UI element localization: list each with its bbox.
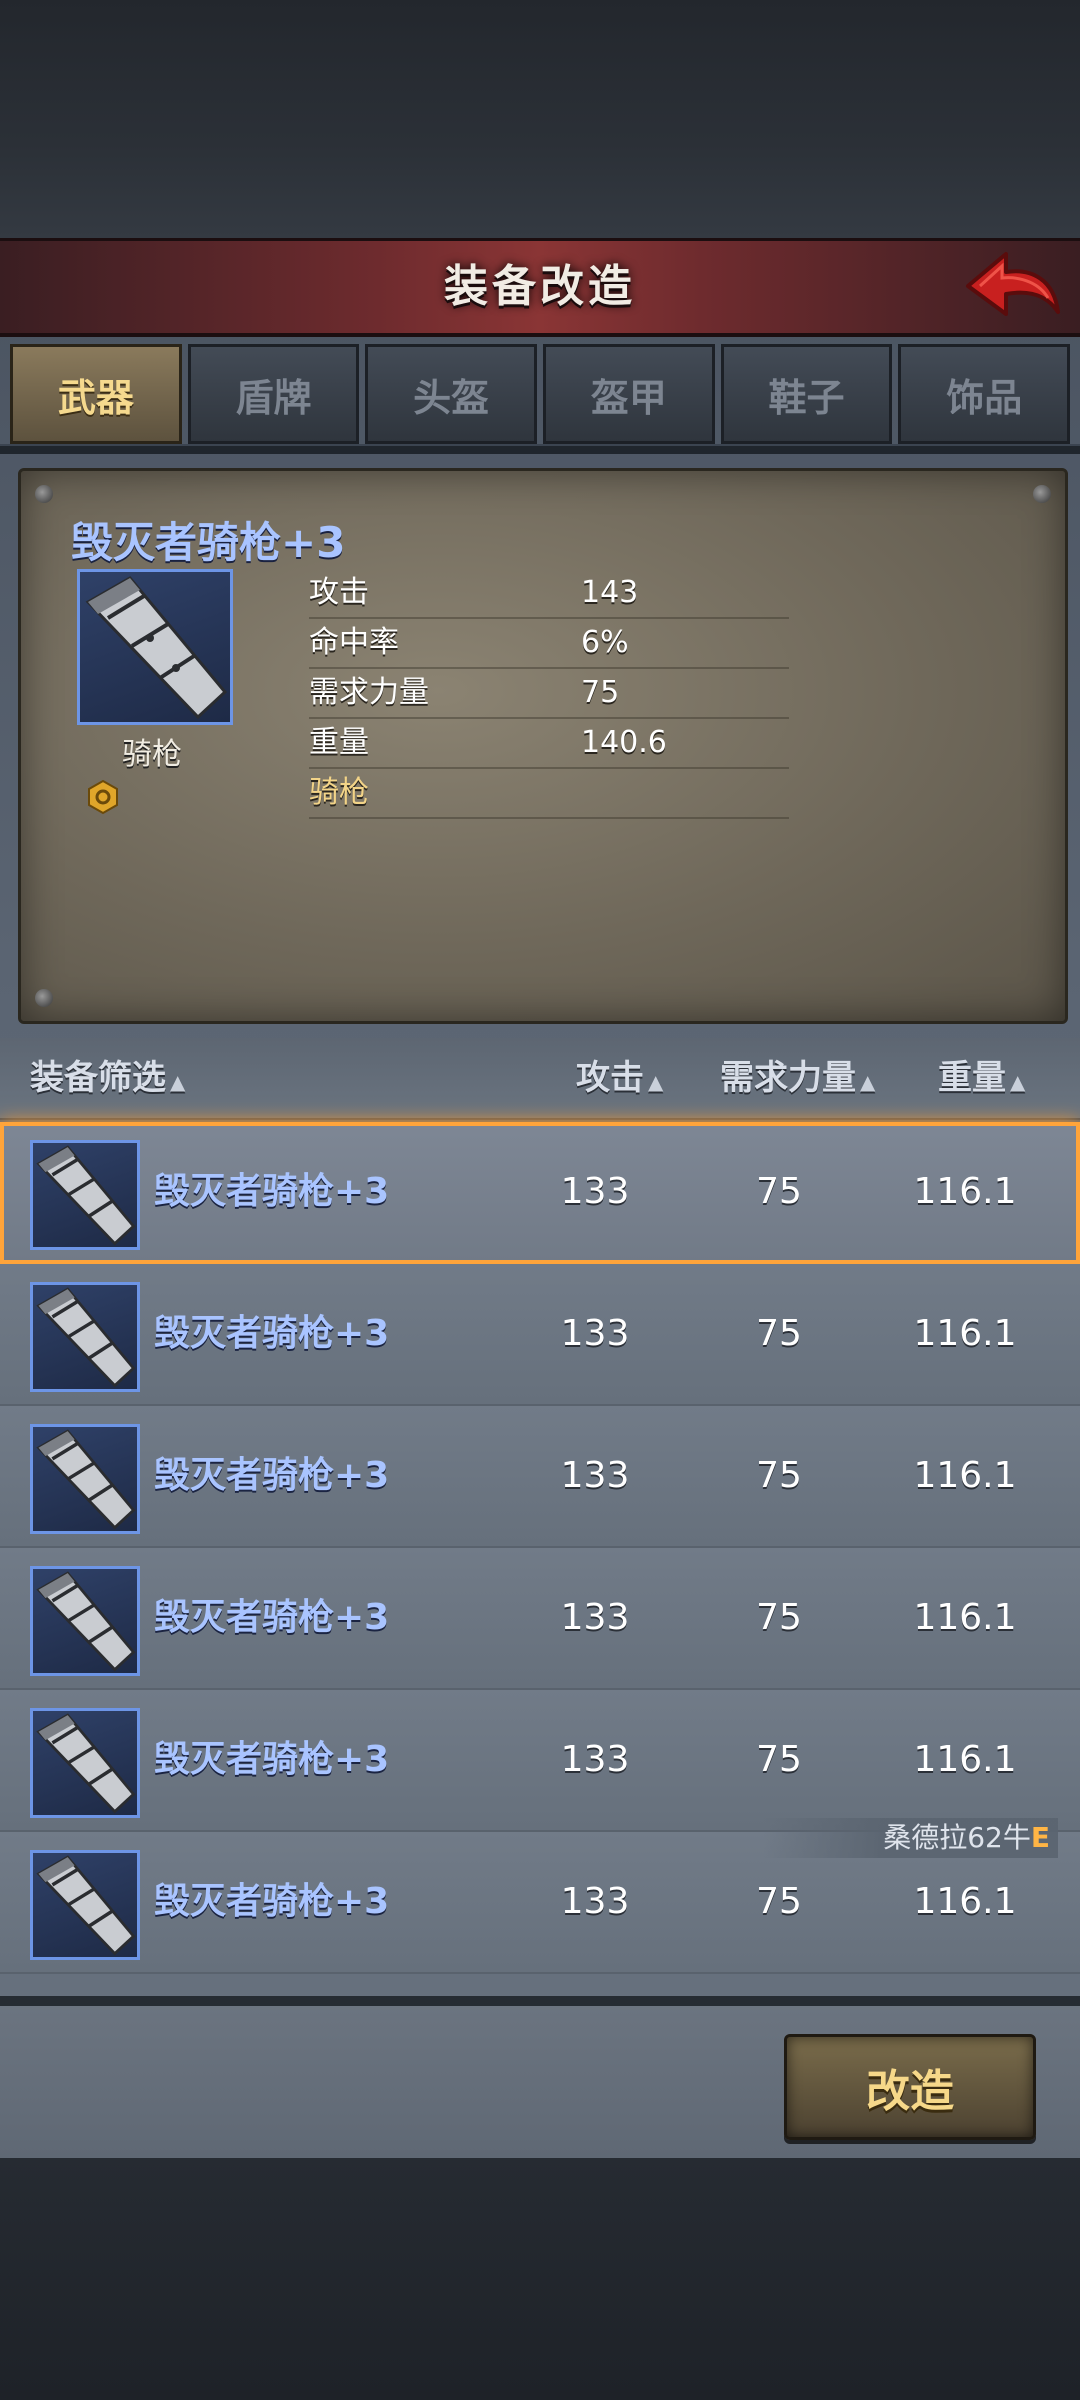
row-attack: 133 <box>560 1455 630 1496</box>
row-weight: 116.1 <box>913 1739 1017 1780</box>
rivet-icon <box>1033 485 1051 503</box>
sort-triangle-icon: ▲ <box>860 1070 876 1094</box>
tab-shield[interactable]: 盾牌 <box>187 344 360 444</box>
stat-value: 140.6 <box>581 725 667 760</box>
tabs-divider <box>0 444 1080 454</box>
row-attack: 133 <box>560 1881 630 1922</box>
lance-icon <box>77 569 233 725</box>
item-name: 毁灭者骑枪+3 <box>71 518 346 567</box>
row-weight: 116.1 <box>913 1171 1017 1212</box>
bottom-background <box>0 2158 1080 2400</box>
stat-row-weight: 重量 140.6 <box>309 719 789 769</box>
row-item-name: 毁灭者骑枪+3 <box>154 1739 390 1780</box>
equipment-row[interactable]: 毁灭者骑枪+3 133 75 116.1 <box>0 1264 1080 1406</box>
red-back-arrow-icon <box>966 252 1060 316</box>
page-title: 装备改造 <box>444 261 636 312</box>
lance-icon <box>30 1708 140 1818</box>
equipment-row[interactable]: 毁灭者骑枪+3 133 75 116.1 <box>0 1406 1080 1548</box>
row-attack: 133 <box>560 1597 630 1638</box>
tab-shoes[interactable]: 鞋子 <box>720 344 893 444</box>
row-attack: 133 <box>560 1739 630 1780</box>
equipment-row[interactable]: 毁灭者骑枪+3 133 75 116.1 桑德拉62牛E <box>0 1818 1080 1974</box>
stat-value: 6% <box>581 625 629 660</box>
sort-triangle-icon: ▲ <box>170 1070 186 1094</box>
hexagon-gear-icon <box>88 779 118 815</box>
tab-weapon[interactable]: 武器 <box>10 344 182 444</box>
rivet-icon <box>35 485 53 503</box>
item-type-label: 骑枪 <box>122 737 182 772</box>
row-attack: 133 <box>560 1171 630 1212</box>
tab-armor[interactable]: 盔甲 <box>543 344 715 444</box>
row-strength: 75 <box>756 1171 802 1212</box>
trait-label: 骑枪 <box>309 775 369 810</box>
row-item-name: 毁灭者骑枪+3 <box>154 1313 390 1354</box>
row-item-name: 毁灭者骑枪+3 <box>154 1881 390 1922</box>
sort-triangle-icon: ▲ <box>1010 1070 1026 1094</box>
strength-sort-button[interactable]: 需求力量 ▲ <box>720 1038 875 1122</box>
row-strength: 75 <box>756 1313 802 1354</box>
lance-icon <box>30 1850 140 1960</box>
tab-helmet[interactable]: 头盔 <box>365 344 538 444</box>
filter-sort-button[interactable]: 装备筛选 ▲ <box>30 1038 185 1122</box>
row-item-name: 毁灭者骑枪+3 <box>154 1171 390 1212</box>
stat-row-strength: 需求力量 75 <box>309 669 789 719</box>
top-background <box>0 0 1080 240</box>
equipment-row[interactable]: 毁灭者骑枪+3 133 75 116.1 <box>0 1548 1080 1690</box>
stat-value: 143 <box>581 575 639 610</box>
lance-icon <box>30 1424 140 1534</box>
row-strength: 75 <box>756 1739 802 1780</box>
row-weight: 116.1 <box>913 1455 1017 1496</box>
equipment-row[interactable]: 毁灭者骑枪+3 133 75 116.1 <box>0 1690 1080 1832</box>
stat-label: 需求力量 <box>309 675 429 710</box>
title-bar: 装备改造 <box>0 238 1080 337</box>
lance-icon <box>30 1282 140 1392</box>
item-detail-card: 毁灭者骑枪+3 骑枪 攻击 143 命中率 6% 需求力量 75 重量 140.… <box>18 468 1068 1024</box>
list-bottom-divider <box>0 1996 1080 2006</box>
stat-label: 重量 <box>309 725 369 760</box>
back-button[interactable] <box>962 246 1062 326</box>
equipped-by-tag: 桑德拉62牛E <box>763 1818 1058 1858</box>
stat-row-attack: 攻击 143 <box>309 569 789 619</box>
row-strength: 75 <box>756 1455 802 1496</box>
stat-label: 攻击 <box>309 575 369 610</box>
sort-triangle-icon: ▲ <box>648 1070 664 1094</box>
row-item-name: 毁灭者骑枪+3 <box>154 1597 390 1638</box>
rivet-icon <box>35 989 53 1007</box>
stat-value: 75 <box>581 675 620 710</box>
row-weight: 116.1 <box>913 1313 1017 1354</box>
tab-accessory[interactable]: 饰品 <box>898 344 1071 444</box>
modify-button[interactable]: 改造 <box>784 2034 1036 2140</box>
lance-icon <box>30 1566 140 1676</box>
row-attack: 133 <box>560 1313 630 1354</box>
stat-row-hit-rate: 命中率 6% <box>309 619 789 669</box>
category-tabs: 武器 盾牌 头盔 盔甲 鞋子 饰品 <box>10 344 1071 444</box>
row-item-name: 毁灭者骑枪+3 <box>154 1455 390 1496</box>
equipment-row[interactable]: 毁灭者骑枪+3 133 75 116.1 <box>0 1122 1080 1264</box>
list-header: 装备筛选 ▲ 攻击 ▲ 需求力量 ▲ 重量 ▲ <box>0 1038 1080 1120</box>
stat-row-trait: 骑枪 <box>309 769 789 819</box>
weight-sort-button[interactable]: 重量 ▲ <box>938 1038 1025 1122</box>
attack-sort-button[interactable]: 攻击 ▲ <box>576 1038 663 1122</box>
row-strength: 75 <box>756 1597 802 1638</box>
row-weight: 116.1 <box>913 1597 1017 1638</box>
stat-label: 命中率 <box>309 625 399 660</box>
lance-icon <box>30 1140 140 1250</box>
